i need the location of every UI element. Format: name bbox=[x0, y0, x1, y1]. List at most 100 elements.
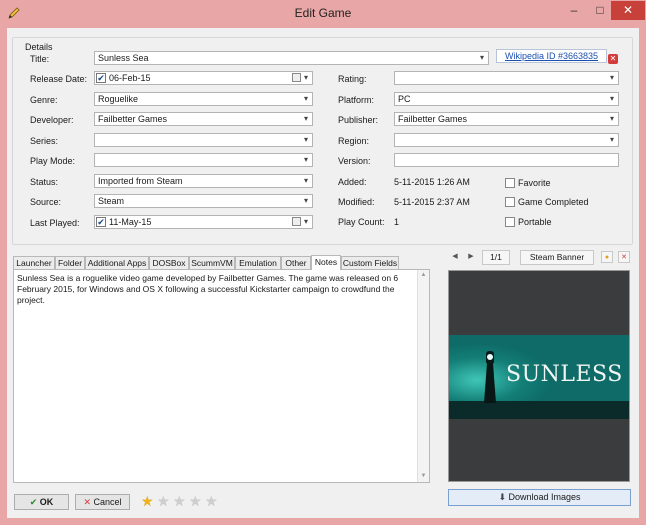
tab-folder[interactable]: Folder bbox=[55, 256, 85, 269]
star-icon[interactable]: ★ bbox=[173, 494, 188, 508]
favorite-checkbox[interactable] bbox=[505, 178, 515, 188]
last-played-checkbox[interactable]: ✔ bbox=[96, 217, 106, 227]
last-played-value: 11-May-15 bbox=[109, 217, 152, 227]
status-label: Status: bbox=[30, 177, 59, 187]
checkmark-icon: ✔ bbox=[29, 497, 38, 507]
delete-image-icon[interactable]: ✕ bbox=[618, 251, 630, 263]
series-field[interactable]: ▾ bbox=[94, 133, 313, 147]
series-label: Series: bbox=[30, 136, 59, 146]
chevron-down-icon[interactable]: ▾ bbox=[607, 93, 617, 105]
chevron-down-icon[interactable]: ▾ bbox=[301, 175, 311, 187]
game-completed-label: Game Completed bbox=[518, 197, 589, 207]
tab-emulation[interactable]: Emulation bbox=[235, 256, 281, 269]
notes-textarea[interactable]: Sunless Sea is a roguelike video game de… bbox=[13, 269, 430, 483]
previous-image-icon[interactable]: ◀ bbox=[449, 251, 461, 263]
release-date-checkbox[interactable]: ✔ bbox=[96, 73, 106, 83]
developer-label: Developer: bbox=[30, 115, 74, 125]
ok-label: OK bbox=[39, 497, 54, 507]
chevron-down-icon[interactable]: ▾ bbox=[477, 52, 487, 64]
minimize-button[interactable]: ‒ bbox=[563, 1, 585, 20]
image-preview[interactable]: SUNLESS SEA bbox=[448, 270, 630, 482]
notes-scrollbar[interactable]: ▲ ▼ bbox=[417, 270, 429, 482]
publisher-label: Publisher: bbox=[338, 115, 379, 125]
added-label: Added: bbox=[338, 177, 367, 187]
chevron-down-icon[interactable]: ▾ bbox=[301, 72, 311, 84]
modified-label: Modified: bbox=[338, 197, 375, 207]
cancel-button[interactable]: ✕ Cancel bbox=[75, 494, 130, 510]
tab-other[interactable]: Other bbox=[281, 256, 311, 269]
developer-value: Failbetter Games bbox=[98, 114, 168, 124]
scroll-up-icon[interactable]: ▲ bbox=[418, 270, 429, 281]
star-icon[interactable]: ★ bbox=[205, 494, 220, 508]
tab-additional-apps[interactable]: Additional Apps bbox=[85, 256, 149, 269]
edit-game-window: Edit Game ‒ □ ✕ Details Title: Sunless S… bbox=[0, 0, 646, 525]
publisher-field[interactable]: Failbetter Games ▾ bbox=[394, 112, 619, 126]
tab-custom-fields[interactable]: Custom Fields bbox=[341, 256, 399, 269]
chevron-down-icon[interactable]: ▾ bbox=[301, 93, 311, 105]
region-field[interactable]: ▾ bbox=[394, 133, 619, 147]
maximize-button[interactable]: □ bbox=[589, 1, 611, 20]
chevron-down-icon[interactable]: ▾ bbox=[301, 195, 311, 207]
download-images-button[interactable]: ⬇ Download Images bbox=[448, 489, 631, 506]
image-type-label: Steam Banner bbox=[520, 250, 594, 265]
title-label: Title: bbox=[30, 54, 50, 64]
image-toolbar: ◀ ▶ 1/1 Steam Banner ● ✕ bbox=[447, 250, 632, 266]
title-bar[interactable]: Edit Game ‒ □ ✕ bbox=[0, 0, 646, 28]
ok-button[interactable]: ✔ OK bbox=[14, 494, 69, 510]
source-field[interactable]: Steam ▾ bbox=[94, 194, 313, 208]
wikipedia-id-link[interactable]: Wikipedia ID #3663835 bbox=[496, 49, 607, 63]
chevron-down-icon[interactable]: ▾ bbox=[301, 216, 311, 228]
tab-dosbox[interactable]: DOSBox bbox=[149, 256, 189, 269]
scroll-down-icon[interactable]: ▼ bbox=[418, 471, 429, 482]
version-label: Version: bbox=[338, 156, 371, 166]
banner-title: SUNLESS SEA bbox=[506, 362, 629, 387]
rating-field[interactable]: ▾ bbox=[394, 71, 619, 85]
platform-field[interactable]: PC ▾ bbox=[394, 92, 619, 106]
tab-scummvm[interactable]: ScummVM bbox=[189, 256, 235, 269]
added-value: 5-11-2015 1:26 AM bbox=[394, 177, 470, 187]
region-label: Region: bbox=[338, 136, 370, 146]
next-image-icon[interactable]: ▶ bbox=[465, 251, 477, 263]
source-value: Steam bbox=[98, 196, 125, 206]
chevron-down-icon[interactable]: ▾ bbox=[301, 113, 311, 125]
details-group-label: Details bbox=[23, 42, 55, 52]
source-label: Source: bbox=[30, 197, 62, 207]
release-date-value: 06-Feb-15 bbox=[109, 73, 151, 83]
chevron-down-icon[interactable]: ▾ bbox=[301, 134, 311, 146]
portable-checkbox[interactable] bbox=[505, 217, 515, 227]
download-images-label: Download Images bbox=[508, 492, 581, 502]
rating-label: Rating: bbox=[338, 74, 367, 84]
steam-banner-image: SUNLESS SEA bbox=[449, 335, 629, 419]
release-date-picker[interactable]: ✔ 06-Feb-15 ▾ bbox=[94, 71, 313, 85]
add-image-icon[interactable]: ● bbox=[601, 251, 613, 263]
chevron-down-icon[interactable]: ▾ bbox=[607, 134, 617, 146]
close-button[interactable]: ✕ bbox=[611, 1, 645, 20]
genre-field[interactable]: Roguelike ▾ bbox=[94, 92, 313, 106]
game-completed-checkbox[interactable] bbox=[505, 197, 515, 207]
calendar-icon[interactable] bbox=[292, 217, 301, 226]
chevron-down-icon[interactable]: ▾ bbox=[607, 72, 617, 84]
version-input[interactable] bbox=[394, 153, 619, 167]
platform-value: PC bbox=[398, 94, 411, 104]
calendar-icon[interactable] bbox=[292, 73, 301, 82]
clear-wikipedia-icon[interactable]: ✕ bbox=[608, 54, 618, 64]
tab-launcher[interactable]: Launcher bbox=[13, 256, 55, 269]
publisher-value: Failbetter Games bbox=[398, 114, 468, 124]
portable-label: Portable bbox=[518, 217, 552, 227]
developer-field[interactable]: Failbetter Games ▾ bbox=[94, 112, 313, 126]
star-icon[interactable]: ★ bbox=[189, 494, 204, 508]
star-icon[interactable]: ★ bbox=[157, 494, 172, 508]
status-field[interactable]: Imported from Steam ▾ bbox=[94, 174, 313, 188]
image-counter: 1/1 bbox=[482, 250, 510, 265]
chevron-down-icon[interactable]: ▾ bbox=[607, 113, 617, 125]
star-icon[interactable]: ★ bbox=[141, 494, 156, 508]
window-title: Edit Game bbox=[294, 6, 352, 20]
genre-label: Genre: bbox=[30, 95, 58, 105]
last-played-picker[interactable]: ✔ 11-May-15 ▾ bbox=[94, 215, 313, 229]
play-count-label: Play Count: bbox=[338, 217, 385, 227]
tab-notes[interactable]: Notes bbox=[311, 255, 341, 270]
title-field[interactable]: Sunless Sea ▾ bbox=[94, 51, 489, 65]
play-mode-field[interactable]: ▾ bbox=[94, 153, 313, 167]
chevron-down-icon[interactable]: ▾ bbox=[301, 154, 311, 166]
genre-value: Roguelike bbox=[98, 94, 139, 104]
